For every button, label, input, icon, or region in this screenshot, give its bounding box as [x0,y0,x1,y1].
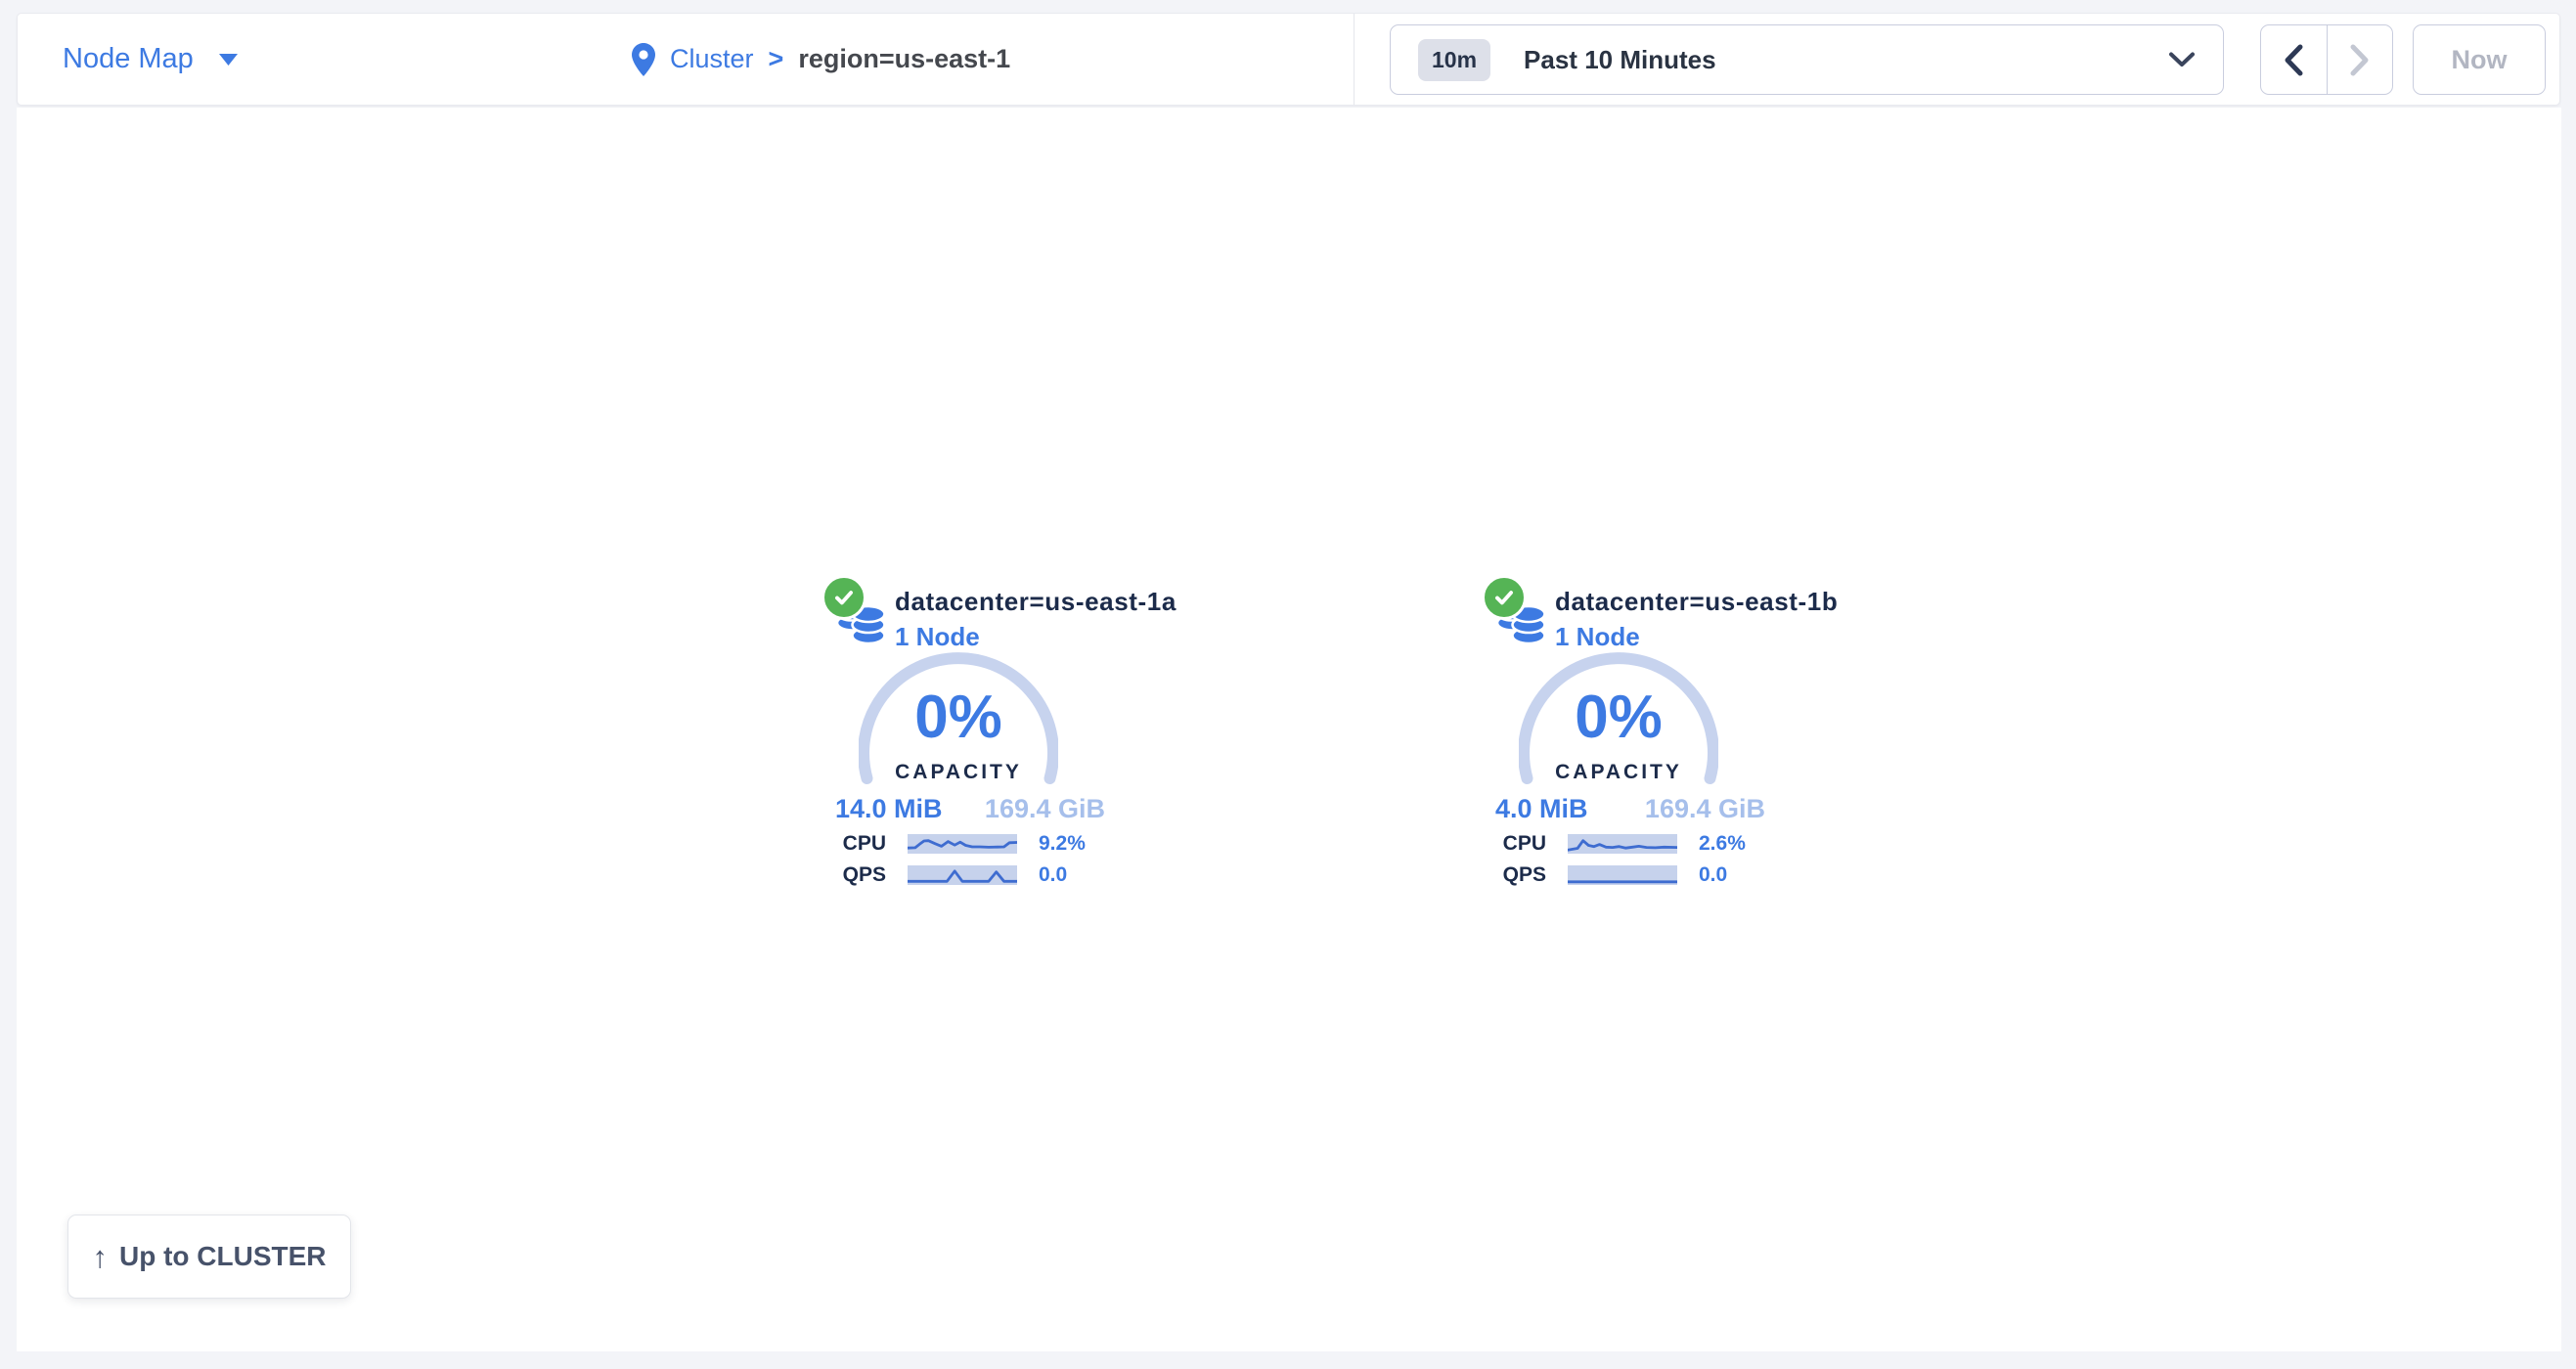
topbar: Node Map Cluster > region=us-east-1 10m … [17,13,2560,106]
chevron-down-icon [2168,52,2196,67]
time-range-label: Past 10 Minutes [1524,45,1716,75]
chevron-right-icon [2349,44,2370,76]
capacity-used: 14.0 MiB [835,794,943,824]
datacenter-card-us-east-1a[interactable]: datacenter=us-east-1a 1 Node 0% CAPACITY… [820,569,1162,906]
capacity-label: CAPACITY [859,761,1058,784]
qps-label: QPS [827,863,886,887]
time-next-button[interactable] [2327,25,2393,94]
qps-value: 0.0 [1039,863,1067,887]
time-nav-group [2260,24,2393,95]
chevron-left-icon [2284,44,2304,76]
capacity-percent: 0% [1519,683,1718,752]
qps-value: 0.0 [1699,863,1727,887]
capacity-used: 4.0 MiB [1495,794,1588,824]
qps-sparkline [1568,865,1677,885]
datacenter-node-count: 1 Node [1555,622,1640,652]
breadcrumb-current: region=us-east-1 [798,44,1010,74]
arrow-up-icon: ↑ [92,1242,108,1272]
metrics: CPU 2.6% QPS 0.0 [1488,831,1820,894]
datacenter-card-us-east-1b[interactable]: datacenter=us-east-1b 1 Node 0% CAPACITY… [1480,569,1822,906]
breadcrumb-separator: > [769,44,784,74]
location-pin-icon [632,43,655,76]
header-divider [1354,14,1355,105]
datacenter-name: datacenter=us-east-1a [895,587,1177,617]
capacity-percent: 0% [859,683,1058,752]
datacenter-name: datacenter=us-east-1b [1555,587,1838,617]
cpu-value: 9.2% [1039,832,1086,856]
breadcrumb-cluster-link[interactable]: Cluster [670,44,754,74]
qps-metric-row: QPS 0.0 [827,862,1160,888]
caret-down-icon [219,54,238,66]
time-range-dropdown[interactable]: 10m Past 10 Minutes [1390,24,2224,95]
cpu-label: CPU [827,832,886,856]
qps-label: QPS [1488,863,1546,887]
metrics: CPU 9.2% QPS 0.0 [827,831,1160,894]
now-button[interactable]: Now [2413,24,2546,95]
capacity-range: 4.0 MiB 169.4 GiB [1495,794,1765,824]
cpu-label: CPU [1488,832,1546,856]
node-map-canvas: datacenter=us-east-1a 1 Node 0% CAPACITY… [17,108,2561,1351]
qps-metric-row: QPS 0.0 [1488,862,1820,888]
view-mode-dropdown[interactable]: Node Map [63,14,238,105]
breadcrumb: Cluster > region=us-east-1 [632,14,1010,105]
capacity-total: 169.4 GiB [1645,794,1765,824]
capacity-range: 14.0 MiB 169.4 GiB [835,794,1105,824]
cpu-metric-row: CPU 2.6% [1488,831,1820,857]
qps-sparkline [908,865,1017,885]
node-map-page: Node Map Cluster > region=us-east-1 10m … [0,0,2576,1369]
capacity-total: 169.4 GiB [985,794,1105,824]
view-mode-label: Node Map [63,43,194,75]
datacenter-node-count: 1 Node [895,622,980,652]
up-to-cluster-label: Up to CLUSTER [119,1241,327,1272]
time-range-badge: 10m [1418,39,1490,81]
healthy-check-icon [822,575,866,620]
healthy-check-icon [1482,575,1527,620]
up-to-cluster-button[interactable]: ↑ Up to CLUSTER [67,1214,351,1299]
cpu-sparkline [1568,834,1677,854]
capacity-label: CAPACITY [1519,761,1718,784]
cpu-value: 2.6% [1699,832,1746,856]
cpu-sparkline [908,834,1017,854]
cpu-metric-row: CPU 9.2% [827,831,1160,857]
time-prev-button[interactable] [2261,25,2327,94]
